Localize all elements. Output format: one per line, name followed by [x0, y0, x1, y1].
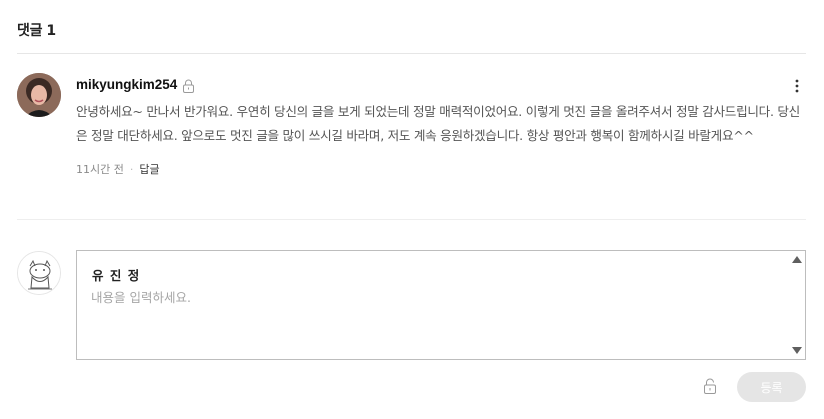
meta-separator: · [129, 162, 134, 176]
comment-editor: 유 진 정 [76, 250, 806, 360]
lock-icon [182, 78, 195, 93]
submit-button[interactable]: 등록 [737, 372, 806, 402]
comment-input[interactable] [91, 287, 781, 347]
composer-user-name: 유 진 정 [92, 268, 141, 283]
secret-lock-icon[interactable] [702, 377, 718, 395]
comments-count: 1 [46, 23, 56, 39]
comments-header: 댓글 1 [17, 20, 56, 40]
comment-meta: 11시간 전 · 답글 [76, 161, 806, 177]
scrollbar[interactable] [789, 251, 805, 359]
more-vertical-icon[interactable] [788, 77, 806, 95]
scroll-up-icon[interactable] [792, 256, 802, 263]
scroll-down-icon[interactable] [792, 347, 802, 354]
comment-text: 안녕하세요~ 만나서 반가워요. 우연히 당신의 글을 보게 되었는데 정말 매… [76, 104, 800, 143]
comment-author[interactable]: mikyungkim254 [76, 77, 177, 92]
divider [17, 219, 806, 220]
divider [17, 53, 806, 54]
comments-header-label: 댓글 [17, 23, 43, 39]
reply-button[interactable]: 답글 [139, 161, 159, 177]
comment-time: 11시간 전 [76, 163, 124, 176]
avatar[interactable] [17, 73, 61, 117]
my-avatar [17, 251, 61, 295]
